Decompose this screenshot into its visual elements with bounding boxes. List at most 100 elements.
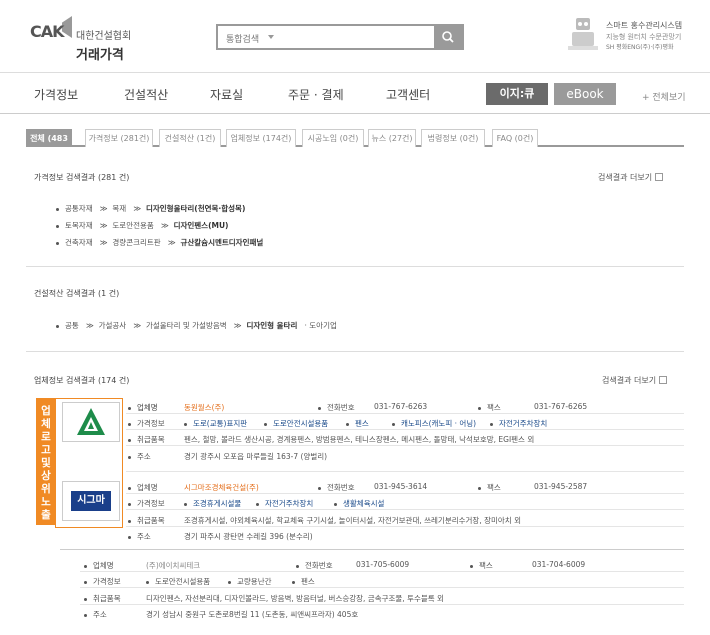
category-link[interactable]: 자전거주차장치 [490,418,547,429]
bullet-icon [470,564,473,568]
price-section-title: 가격정보 검색결과 (281 건) [34,173,130,182]
bullet-icon [292,580,295,584]
category-link[interactable]: 생활체육시설 [334,498,384,509]
category-link[interactable]: 조경휴게시설물 [184,498,241,509]
category-link[interactable]: 도로안전시설용품 [146,576,210,587]
category-link[interactable]: 도로(교통)표지판 [184,418,247,429]
category-link[interactable]: 펜스 [292,576,315,587]
smart-flood-banner[interactable]: 스마트 홍수관리시스템 지능형 원터치 수문관망기 SH 평화ENG(주)·(주… [566,14,686,58]
company-name-link[interactable]: 시그마조경체육건설(주) [184,482,259,493]
company-name-link[interactable]: 동원월스(주) [184,402,224,413]
biz-more-link[interactable]: 검색결과 더보기 [602,375,668,386]
logo-cak: CAK [30,22,65,41]
tab-law-info[interactable]: 법령정보 (0건) [421,129,485,147]
company-row: 주소 [128,451,151,462]
estimate-breadcrumb-row[interactable]: 공통 ≫ 가설공사 ≫ 가설울타리 및 가설방음벽 ≫ 디자인형 울타리 · 도… [56,320,337,331]
tab-faq[interactable]: FAQ (0건) [492,129,538,147]
bc-level2: 경량콘크리트판 [112,238,161,247]
company-row: 전화번호 [318,482,355,493]
logo-association: 대한건설협회 [76,31,132,42]
nav-price-info[interactable]: 가격정보 [34,86,78,103]
label-fax: 팩스 [479,561,493,570]
category-link[interactable]: 펜스 [346,418,369,429]
company-row: 팩스 [470,560,493,571]
tab-estimate[interactable]: 건설적산 (1건) [159,129,221,147]
bc-company: 도아기업 [309,321,337,330]
result-tabs: 전체 (483건) 가격정보 (281건) 건설적산 (1건) 업체정보 (17… [26,129,684,160]
company-fax: 031-767-6265 [534,402,588,411]
nav-construction-estimate[interactable]: 건설적산 [124,86,168,103]
company-fax: 031-945-2587 [534,482,588,491]
tab-labor-cost[interactable]: 시공노임 (0건) [302,129,364,147]
nav-resources[interactable]: 자료실 [210,86,243,103]
bullet-icon [56,241,59,245]
bc-level1: 건축자재 [65,238,93,247]
category-label: 도로안전시설용품 [155,577,211,586]
tab-company-info[interactable]: 업체정보 (174건) [226,129,296,147]
label-phone: 전화번호 [305,561,333,570]
nav-customer-center[interactable]: 고객센터 [386,86,430,103]
company-row: 취급품목 [84,593,121,604]
ebook-button[interactable]: eBook [554,83,616,105]
search-scope-select[interactable]: 통합검색 [226,32,259,45]
bullet-icon [334,502,337,506]
company-row: 가격정보 [128,498,165,509]
divider [126,526,684,527]
category-link[interactable]: 캐노피스(캐노피 · 어닝) [392,418,476,429]
price-breadcrumb-row[interactable]: 공통자재 ≫ 목재 ≫ 디자인형울타리(천연목·합성목) [56,203,245,214]
company-phone: 031-705-6009 [356,560,410,569]
label-address: 주소 [93,610,107,619]
category-label: 생활체육시설 [343,499,385,508]
view-all-link[interactable]: + 전체보기 [642,90,686,103]
triangle-logo-icon [77,408,105,435]
search-button[interactable] [434,26,462,48]
company-logo[interactable] [62,402,120,442]
bullet-icon [56,224,59,228]
label-products: 취급품목 [137,435,165,444]
category-label: 도로(교통)표지판 [193,419,248,428]
bc-level3: 디자인형울타리(천연목·합성목) [145,204,246,213]
divider [80,604,684,605]
category-label: 자전거주차장치 [499,419,548,428]
divider [26,351,684,352]
company-row: 가격정보 [128,418,165,429]
tab-all[interactable]: 전체 (483건) [26,129,72,160]
company-name-link[interactable]: (주)에이치씨테크 [146,560,200,571]
company-products: 조경휴게시설, 야외체육시설, 학교체육 구기시설, 놀이터시설, 자전거보관대… [184,516,521,525]
bullet-icon [128,486,131,490]
category-label: 자전거주차장치 [265,499,314,508]
category-link[interactable]: 도로안전시설용품 [264,418,328,429]
search-bar[interactable]: 통합검색 [216,24,464,50]
company-row: 전화번호 [296,560,333,571]
divider [0,72,710,73]
bullet-icon [84,564,87,568]
bullet-icon [296,564,299,568]
chevron-down-icon[interactable] [268,35,274,39]
company-address: 경기 광주시 오포읍 마루들길 163-7 (양벌리) [184,452,328,461]
ezq-button[interactable]: 이지:큐 [486,83,548,105]
bullet-icon [490,422,493,426]
bullet-icon [264,422,267,426]
price-breadcrumb-row[interactable]: 토목자재 ≫ 도로안전용품 ≫ 디자인펜스(MU) [56,220,229,231]
divider [126,445,684,446]
search-icon [442,31,454,43]
price-breadcrumb-row[interactable]: 건축자재 ≫ 경량콘크리트판 ≫ 규산칼슘시멘트디자인패널 [56,237,263,248]
smart-subtitle: 지능형 원터치 수문관망기 [606,33,682,41]
divider [80,571,684,572]
bc-level2: 목재 [112,204,127,213]
company-phone: 031-767-6263 [374,402,428,411]
tab-news[interactable]: 뉴스 (27건) [368,129,416,147]
site-logo[interactable]: CAK 대한건설협회 거래가격 [28,12,148,63]
divider [126,413,684,414]
category-link[interactable]: 자전거주차장치 [256,498,313,509]
label-fax: 팩스 [487,403,501,412]
nav-order-payment[interactable]: 주문 · 결제 [288,86,344,103]
bullet-icon [84,580,87,584]
price-more-link[interactable]: 검색결과 더보기 [598,172,664,183]
company-row: 업체명 [128,402,158,413]
category-link[interactable]: 교량용난간 [228,576,272,587]
company-logo[interactable]: 시그마 [62,481,120,521]
company-row: 주소 [128,531,151,542]
premium-listing-label: 업체로고 및 상위노출 [36,398,56,525]
tab-price-info[interactable]: 가격정보 (281건) [85,129,153,147]
